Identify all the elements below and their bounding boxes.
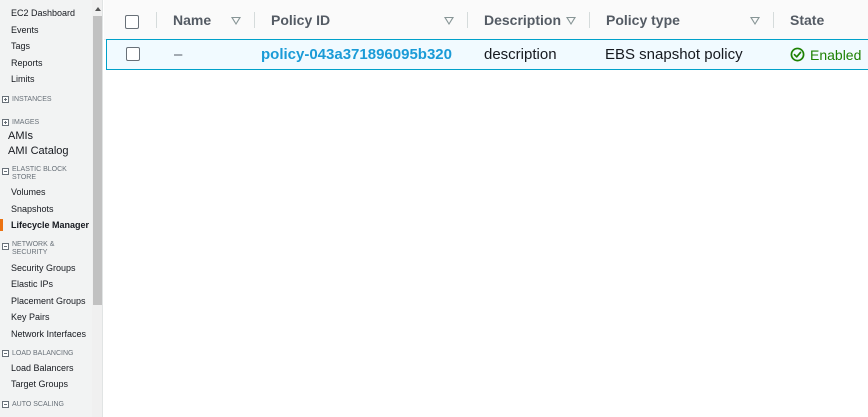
column-header-state[interactable]: State	[790, 0, 824, 40]
sidebar-item-placement-groups[interactable]: Placement Groups	[11, 296, 86, 307]
column-divider	[773, 12, 774, 28]
sort-policy-type-icon[interactable]	[750, 17, 760, 25]
sidebar-scrollbar[interactable]	[92, 0, 102, 417]
sort-name-icon[interactable]	[231, 17, 241, 25]
section-label: ELASTIC BLOCK STORE	[12, 166, 67, 181]
collapse-icon	[2, 401, 9, 408]
section-elastic-block-store[interactable]: ELASTIC BLOCK STORE	[2, 166, 90, 182]
column-header-name[interactable]: Name	[173, 0, 211, 40]
section-network-security[interactable]: NETWORK & SECURITY	[2, 241, 90, 257]
sidebar-nav: EC2 Dashboard Events Tags Reports Limits…	[0, 0, 103, 417]
sidebar-item-lifecycle-manager[interactable]: Lifecycle Manager	[11, 220, 89, 231]
section-auto-scaling[interactable]: AUTO SCALING	[2, 401, 90, 409]
section-label: AUTO SCALING	[12, 401, 64, 408]
sidebar-item-load-balancers[interactable]: Load Balancers	[11, 363, 74, 374]
sidebar-item-reports[interactable]: Reports	[11, 58, 43, 69]
section-instances[interactable]: INSTANCES	[2, 96, 90, 104]
section-label: LOAD BALANCING	[12, 350, 74, 357]
sidebar-item-snapshots[interactable]: Snapshots	[11, 204, 54, 215]
active-indicator	[0, 219, 3, 231]
expand-icon	[2, 119, 9, 126]
collapse-icon	[2, 350, 9, 357]
cell-description: description	[484, 46, 557, 63]
table-row[interactable]: – policy-043a371896095b320 description E…	[106, 39, 868, 70]
select-all-checkbox[interactable]	[125, 15, 139, 29]
sidebar-item-volumes[interactable]: Volumes	[11, 187, 46, 198]
table-header: Name Policy ID Description Policy type S…	[104, 0, 868, 40]
check-circle-icon	[790, 47, 805, 62]
expand-icon	[2, 96, 9, 103]
sidebar-item-security-groups[interactable]: Security Groups	[11, 263, 76, 274]
column-divider	[156, 12, 157, 28]
sidebar-item-ec2-dashboard[interactable]: EC2 Dashboard	[11, 8, 75, 19]
sidebar-item-ami-catalog[interactable]: AMI Catalog	[8, 145, 69, 158]
column-divider	[589, 12, 590, 28]
status-text: Enabled	[810, 46, 862, 63]
sidebar-item-tags[interactable]: Tags	[11, 41, 30, 52]
collapse-icon	[2, 243, 9, 250]
sidebar-item-limits[interactable]: Limits	[11, 74, 35, 85]
section-label: IMAGES	[12, 119, 40, 126]
sidebar-item-target-groups[interactable]: Target Groups	[11, 379, 68, 390]
sort-description-icon[interactable]	[566, 17, 576, 25]
row-checkbox[interactable]	[126, 47, 140, 61]
section-label: NETWORK & SECURITY	[12, 241, 55, 256]
collapse-icon	[2, 168, 9, 175]
cell-name: –	[174, 46, 183, 63]
cell-policy-type: EBS snapshot policy	[605, 46, 743, 63]
section-load-balancing[interactable]: LOAD BALANCING	[2, 350, 90, 358]
policies-table: Name Policy ID Description Policy type S…	[104, 0, 868, 417]
sort-policy-id-icon[interactable]	[444, 17, 454, 25]
column-header-description[interactable]: Description	[484, 0, 561, 40]
sidebar-item-events[interactable]: Events	[11, 25, 39, 36]
sidebar-item-key-pairs[interactable]: Key Pairs	[11, 312, 50, 323]
status-badge: Enabled	[790, 40, 861, 69]
section-label: INSTANCES	[12, 96, 52, 103]
sidebar-item-amis[interactable]: AMIs	[8, 130, 33, 143]
policy-id-link[interactable]: policy-043a371896095b320	[261, 40, 452, 69]
column-divider	[467, 12, 468, 28]
sidebar-item-network-interfaces[interactable]: Network Interfaces	[11, 329, 86, 340]
section-images[interactable]: IMAGES	[2, 119, 90, 127]
scroll-thumb[interactable]	[93, 16, 102, 305]
sidebar-item-elastic-ips[interactable]: Elastic IPs	[11, 279, 53, 290]
column-divider	[254, 12, 255, 28]
column-header-policy-type[interactable]: Policy type	[606, 0, 680, 40]
column-header-policy-id[interactable]: Policy ID	[271, 0, 330, 40]
scroll-up-arrow-icon[interactable]	[92, 4, 102, 14]
